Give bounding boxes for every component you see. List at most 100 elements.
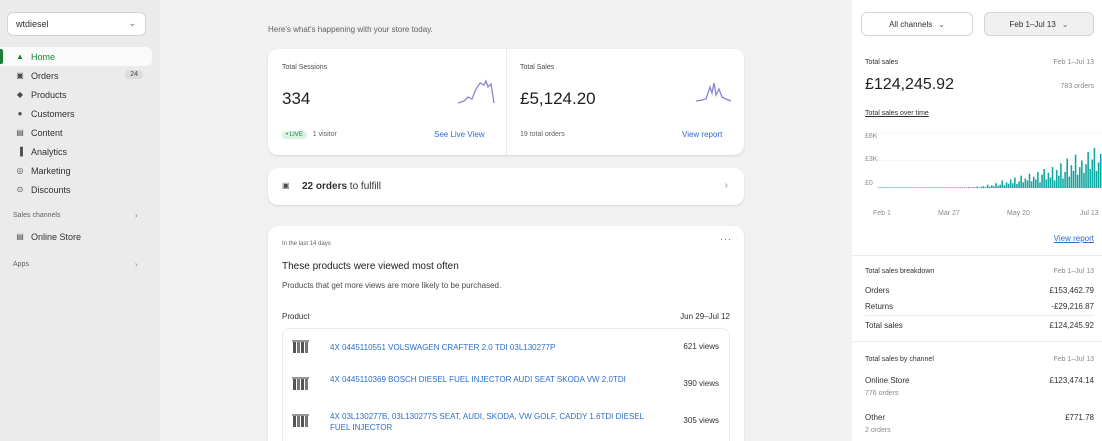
chart-bar	[942, 187, 945, 188]
chart-bar	[905, 187, 907, 188]
sessions-sparkline-icon	[458, 79, 495, 104]
sidebar-item-label: Customers	[31, 108, 75, 119]
table-row[interactable]: 4X 0445110369 BOSCH DIESEL FUEL INJECTOR…	[283, 366, 729, 403]
sidebar-item-content[interactable]: ▤ Content	[0, 123, 160, 142]
chart-bar	[965, 187, 968, 188]
product-list: 4X 0445110551 VOLSWAGEN CRAFTER 2.0 TDI …	[282, 328, 730, 441]
sidebar-item-label: Home	[31, 51, 56, 62]
orders-icon: ▣	[282, 181, 290, 190]
chart-bar	[1083, 172, 1085, 188]
sidebar-item-online-store[interactable]: ▤ Online Store	[0, 227, 152, 246]
date-range-dropdown[interactable]: Feb 1–Jul 13 ⌄	[984, 12, 1094, 36]
chart-bar	[1076, 174, 1079, 188]
chart-bar	[1003, 185, 1006, 188]
chart-bar	[926, 187, 928, 188]
column-header-product: Product	[282, 312, 310, 321]
product-name-link[interactable]: 4X 03L130277B, 03L130277S SEAT, AUDI, SK…	[330, 411, 650, 433]
chart-bar	[947, 187, 949, 188]
chart-bar	[915, 187, 918, 188]
chart-bar	[878, 187, 880, 188]
chart-bar	[1020, 175, 1022, 188]
sidebar-item-customers[interactable]: ● Customers	[0, 104, 160, 123]
orders-count: 22 orders	[302, 181, 348, 192]
view-report-link[interactable]: View report	[1054, 234, 1094, 243]
more-options-icon[interactable]: ···	[720, 234, 732, 244]
chart-bar	[1062, 178, 1064, 188]
table-row[interactable]: 4X 03L130277B, 03L130277S SEAT, AUDI, SK…	[283, 403, 729, 440]
product-name-link[interactable]: 4X 0445110369 BOSCH DIESEL FUEL INJECTOR…	[330, 374, 650, 385]
sales-summary-panel: All channels ⌄ Feb 1–Jul 13 ⌄ Total sale…	[852, 0, 1102, 441]
sidebar: wtdiesel ⌄ ▲ Home ▣ Orders 24 ◆ Products ● Custo…	[0, 0, 160, 441]
chart-bar	[932, 187, 934, 188]
sidebar-item-label: Analytics	[31, 146, 68, 157]
chart-bar	[882, 187, 884, 188]
chart-bar	[909, 187, 911, 188]
content-icon: ▤	[16, 128, 24, 137]
chart-bar	[1024, 178, 1027, 188]
store-name: wtdiesel	[16, 19, 49, 29]
channel-online-store-label: Online Store	[865, 376, 910, 385]
chart-bar	[970, 187, 972, 188]
chevron-right-icon[interactable]: ›	[135, 260, 138, 269]
orders-count-badge: 24	[125, 70, 143, 79]
breakdown-range: Feb 1–Jul 13	[1053, 268, 1094, 275]
divider	[865, 315, 1094, 316]
chevron-right-icon: ›	[724, 180, 728, 191]
sidebar-item-label: Products	[31, 89, 67, 100]
chevron-right-icon[interactable]: ›	[135, 211, 138, 220]
chart-bar	[955, 187, 958, 188]
live-visitor-count: 1 visitor	[312, 131, 337, 138]
date-range-label: Feb 1–Jul 13	[1009, 19, 1056, 29]
view-report-link[interactable]: View report	[682, 130, 722, 139]
table-row[interactable]: 4X 0445110551 VOLSWAGEN CRAFTER 2.0 TDI …	[283, 329, 729, 366]
total-sales-label: Total Sales	[520, 64, 555, 71]
chart-bar	[984, 187, 987, 188]
chart-bar	[936, 187, 939, 188]
chart-bar	[1032, 176, 1035, 188]
breakdown-orders-label: Orders	[865, 286, 890, 295]
chart-bar	[978, 187, 981, 188]
chart-bar	[917, 187, 920, 188]
chart-bar	[961, 187, 964, 188]
sidebar-item-discounts[interactable]: ⊙ Discounts	[0, 180, 160, 199]
chart-bar	[1035, 179, 1037, 188]
chart-bar	[949, 187, 951, 188]
home-icon: ▲	[16, 52, 24, 61]
chart-bar	[1007, 183, 1010, 188]
chart-bar	[999, 184, 1001, 188]
chart-bar	[1041, 174, 1043, 188]
chart-bar	[1045, 179, 1048, 188]
see-live-view-link[interactable]: See Live View	[434, 130, 485, 139]
orders-to-fulfill-card[interactable]: ▣ 22 orders to fulfill ›	[268, 168, 744, 205]
channels-label: All channels	[889, 19, 933, 29]
card-description: Products that get more views are more li…	[282, 281, 502, 290]
sidebar-item-analytics[interactable]: ▐ Analytics	[0, 142, 160, 161]
sales-sparkline-icon	[696, 82, 732, 102]
chart-bar	[1060, 163, 1062, 188]
most-viewed-products-card: In the last 14 days ··· These products w…	[268, 226, 744, 441]
store-selector[interactable]: wtdiesel ⌄	[7, 12, 146, 36]
chart-bar	[1097, 162, 1100, 188]
chart-bar	[995, 183, 997, 188]
chart-bar	[1081, 160, 1083, 188]
chart-bar	[986, 184, 989, 188]
channels-dropdown[interactable]: All channels ⌄	[861, 12, 973, 36]
chart-bar	[991, 185, 993, 188]
chart-bar	[1095, 170, 1098, 188]
product-name-link[interactable]: 4X 0445110551 VOLSWAGEN CRAFTER 2.0 TDI …	[330, 342, 650, 353]
chart-bar	[1068, 176, 1071, 188]
channel-other-orders: 2 orders	[865, 427, 891, 434]
sidebar-item-orders[interactable]: ▣ Orders 24	[0, 66, 160, 85]
product-views: 390 views	[683, 379, 719, 388]
chart-bar	[924, 187, 926, 188]
chart-bar	[1085, 164, 1087, 188]
chart-bar	[1093, 148, 1096, 188]
sidebar-item-marketing[interactable]: ◎ Marketing	[0, 161, 160, 180]
sidebar-item-products[interactable]: ◆ Products	[0, 85, 160, 104]
chart-bar	[911, 187, 914, 188]
sidebar-item-home[interactable]: ▲ Home	[0, 47, 152, 66]
total-sales-value: £5,124.20	[520, 89, 596, 108]
total-orders-count: 783 orders	[1060, 83, 1094, 90]
chart-bar	[982, 186, 985, 188]
sales-over-time-label: Total sales over time	[865, 110, 929, 117]
